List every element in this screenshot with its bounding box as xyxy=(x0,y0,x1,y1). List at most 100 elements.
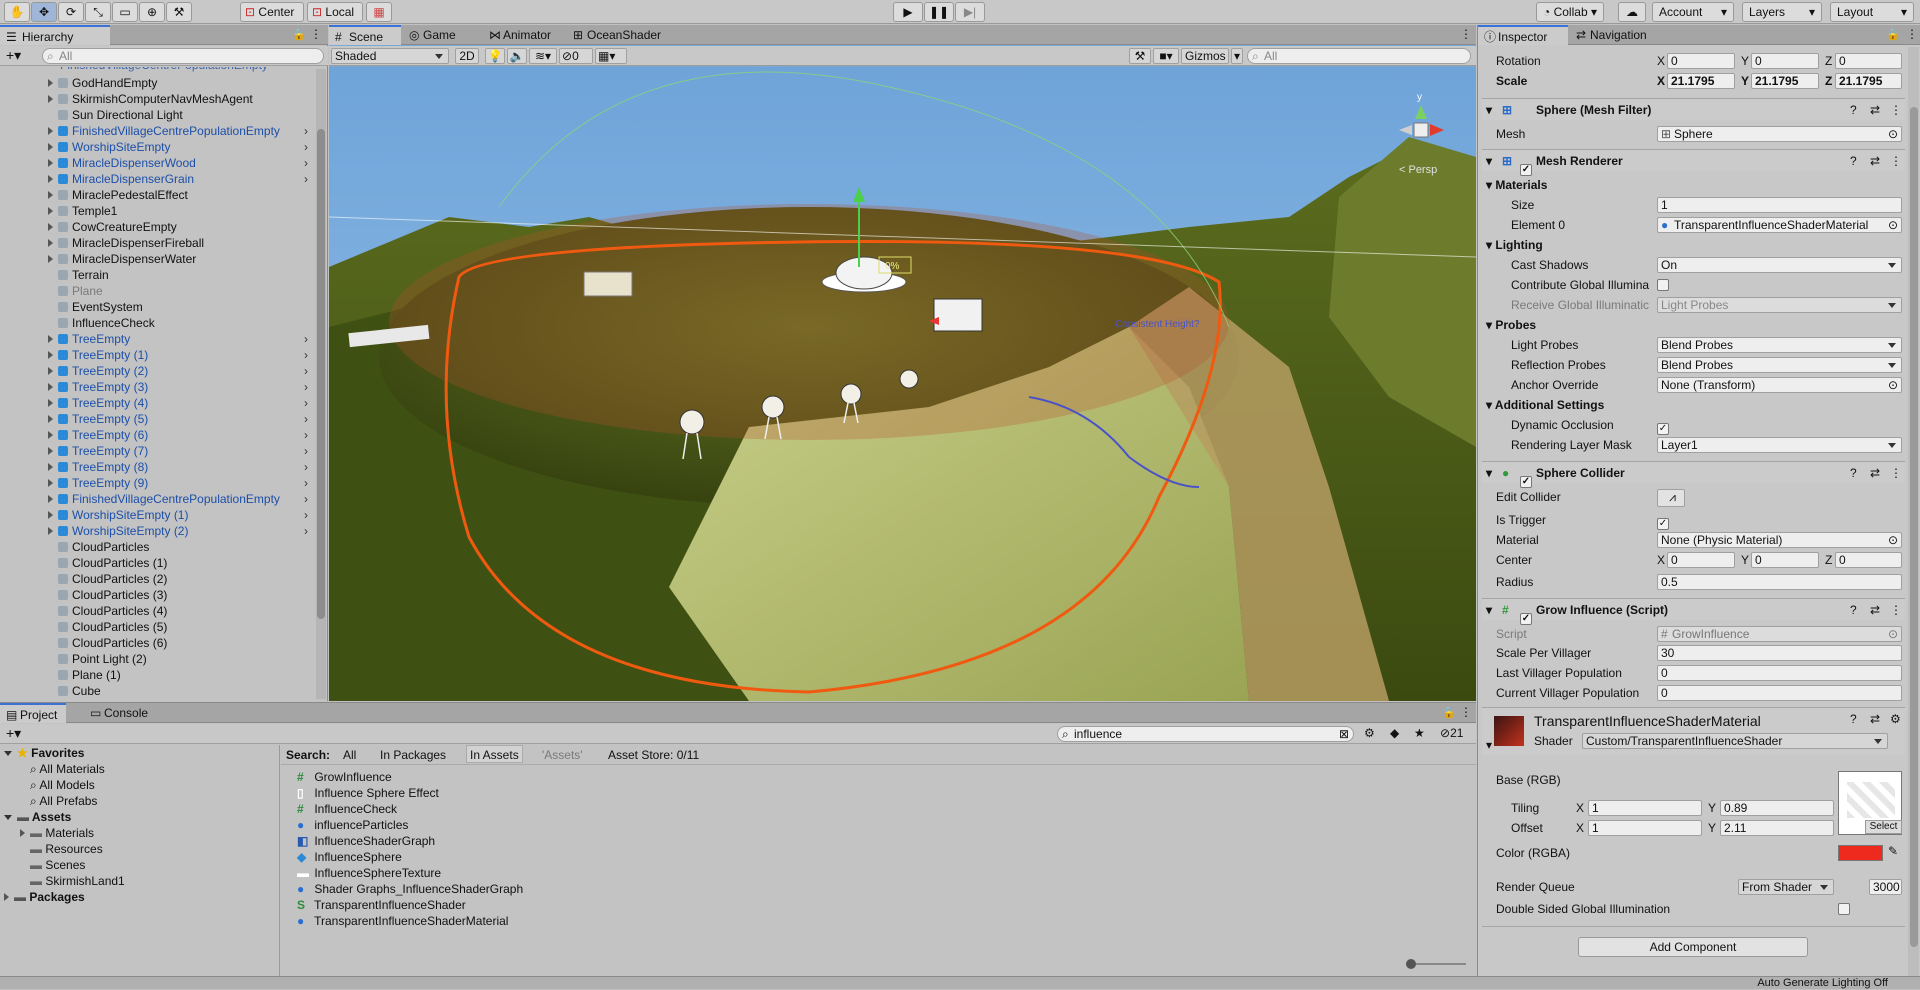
edit-collider-button[interactable]: ⩘ xyxy=(1657,489,1685,507)
scene-tools-button[interactable]: ⚒ xyxy=(1129,48,1151,64)
list-item[interactable]: Cube (1) xyxy=(60,698,121,701)
kebab-menu-icon[interactable]: ⋮ xyxy=(1890,99,1902,121)
rotation-y-field[interactable]: 0 xyxy=(1751,53,1819,69)
prefab-open-icon[interactable]: › xyxy=(304,363,308,379)
scrollbar-thumb[interactable] xyxy=(317,129,325,619)
anchor-override-field[interactable]: None (Transform) ⊙ xyxy=(1657,377,1902,393)
expand-arrow-icon[interactable] xyxy=(48,95,53,103)
favorite-item[interactable]: ⌕ All Models xyxy=(30,777,95,793)
scale-x-field[interactable]: 21.1795 xyxy=(1667,73,1735,89)
object-picker-icon[interactable]: ⊙ xyxy=(1888,218,1898,232)
expand-arrow-icon[interactable]: ▾ xyxy=(1486,738,1492,752)
kebab-menu-icon[interactable]: ⋮ xyxy=(1460,27,1472,41)
filter-in-packages[interactable]: In Packages xyxy=(380,747,446,763)
mesh-field[interactable]: ⊞ Sphere ⊙ xyxy=(1657,126,1902,142)
double-sided-gi-checkbox[interactable] xyxy=(1838,902,1850,916)
asset-folder-item[interactable]: ▬ SkirmishLand1 xyxy=(20,873,125,889)
expand-arrow-icon[interactable] xyxy=(48,159,53,167)
hierarchy-scrollbar[interactable] xyxy=(316,69,326,699)
hierarchy-item[interactable]: TreeEmpty (4) › xyxy=(48,395,308,411)
tab-console[interactable]: ▭ Console xyxy=(84,703,154,723)
asset-folder-item[interactable]: ▬ Resources xyxy=(20,841,103,857)
grow-influence-header[interactable]: ▾ # ✓ Grow Influence (Script) ? ⇄ ⋮ xyxy=(1482,598,1905,625)
texture-slot[interactable]: Select xyxy=(1838,771,1902,835)
offset-x-field[interactable]: 1 xyxy=(1588,820,1702,836)
pivot-center-button[interactable]: ⊡ Center xyxy=(240,2,304,22)
hierarchy-item[interactable]: Point Light (2) xyxy=(48,651,147,667)
play-button[interactable]: ▶ xyxy=(893,2,923,22)
is-trigger-checkbox[interactable]: ✓ xyxy=(1657,513,1669,530)
hierarchy-item[interactable]: MiracleDispenserWater xyxy=(48,251,196,267)
help-icon[interactable]: ? xyxy=(1850,462,1857,484)
asset-folder-item[interactable]: ▬ Materials xyxy=(20,825,94,841)
shading-mode-dropdown[interactable]: Shaded xyxy=(331,48,449,64)
project-search-input[interactable]: ⌕ influence ⊠ xyxy=(1057,726,1354,742)
hierarchy-item[interactable]: Plane (1) xyxy=(48,667,121,683)
hierarchy-item[interactable]: FinishedVillageCentrePopulationEmpty › xyxy=(48,123,308,139)
lock-icon[interactable]: 🔒 xyxy=(1442,706,1456,719)
packages-header[interactable]: ▬ Packages xyxy=(4,889,85,905)
camera-button[interactable]: ■▾ xyxy=(1153,48,1179,64)
hierarchy-item[interactable]: SkirmishComputerNavMeshAgent xyxy=(48,91,253,107)
eyedropper-icon[interactable]: ✎ xyxy=(1888,844,1898,858)
radius-field[interactable]: 0.5 xyxy=(1657,574,1902,590)
expand-arrow-icon[interactable] xyxy=(48,495,53,503)
hand-tool-button[interactable]: ✋ xyxy=(4,2,30,22)
filter-asset-store[interactable]: Asset Store: 0/11 xyxy=(608,747,699,763)
toggle-2d-button[interactable]: 2D xyxy=(455,48,479,64)
collider-material-field[interactable]: None (Physic Material) ⊙ xyxy=(1657,532,1902,548)
expand-arrow-icon[interactable] xyxy=(48,367,53,375)
hierarchy-item[interactable]: CloudParticles (1) xyxy=(48,555,167,571)
effects-toggle[interactable]: ≋▾ xyxy=(529,48,557,64)
center-x-field[interactable]: 0 xyxy=(1667,552,1735,568)
hierarchy-item[interactable]: MiraclePedestalEffect xyxy=(48,187,188,203)
gizmos-dropdown[interactable]: Gizmos xyxy=(1181,48,1229,64)
materials-foldout[interactable]: ▾ Materials xyxy=(1486,177,1547,193)
step-button[interactable]: ▶| xyxy=(955,2,985,22)
kebab-menu-icon[interactable]: ⋮ xyxy=(1890,599,1902,621)
hierarchy-item[interactable]: FinishedVillageCentrePopulationEmpty › xyxy=(48,491,308,507)
element0-field[interactable]: ● TransparentInfluenceShaderMaterial ⊙ xyxy=(1657,217,1902,233)
mesh-filter-header[interactable]: ▾ ⊞ Sphere (Mesh Filter) ? ⇄ ⋮ xyxy=(1482,98,1905,120)
settings-icon[interactable]: ⚙ xyxy=(1890,712,1901,726)
expand-arrow-icon[interactable] xyxy=(48,479,53,487)
hierarchy-item[interactable]: TreeEmpty (6) › xyxy=(48,427,308,443)
asset-result-item[interactable]: # GrowInfluence xyxy=(297,769,392,785)
collab-dropdown[interactable]: ◔ Collab ▾ xyxy=(1536,2,1604,22)
tab-scene[interactable]: # Scene xyxy=(329,25,401,45)
pause-button[interactable]: ❚❚ xyxy=(924,2,954,22)
rotate-tool-button[interactable]: ⟳ xyxy=(58,2,84,22)
add-icon[interactable]: +▾ xyxy=(6,725,21,742)
layers-dropdown[interactable]: Layers ▾ xyxy=(1742,2,1822,22)
gizmos-menu-button[interactable]: ▾ xyxy=(1231,48,1243,64)
preset-icon[interactable]: ⇄ xyxy=(1870,150,1880,172)
hidden-packages-icon[interactable]: ⊘21 xyxy=(1440,726,1463,740)
tab-navigation[interactable]: ⇄ Navigation xyxy=(1570,25,1668,45)
grid-snap-button[interactable]: ▦ xyxy=(366,2,392,22)
expand-arrow-icon[interactable] xyxy=(48,415,53,423)
preset-icon[interactable]: ⇄ xyxy=(1870,462,1880,484)
asset-result-item[interactable]: ◧ InfluenceShaderGraph xyxy=(297,833,435,849)
mesh-renderer-header[interactable]: ▾ ⊞ ✓ Mesh Renderer ? ⇄ ⋮ xyxy=(1482,149,1905,176)
preset-icon[interactable]: ⇄ xyxy=(1870,712,1880,726)
favorite-item[interactable]: ⌕ All Materials xyxy=(30,761,105,777)
enabled-checkbox[interactable]: ✓ xyxy=(1520,155,1532,177)
persp-label[interactable]: < Persp xyxy=(1399,164,1437,176)
hierarchy-item[interactable]: GodHandEmpty xyxy=(48,75,157,91)
asset-result-item[interactable]: S TransparentInfluenceShader xyxy=(297,897,466,913)
cast-shadows-dropdown[interactable]: On xyxy=(1657,257,1902,273)
expand-arrow-icon[interactable] xyxy=(48,431,53,439)
expand-arrow-icon[interactable] xyxy=(48,127,53,135)
expand-arrow-icon[interactable] xyxy=(48,79,53,87)
current-villager-population-field[interactable]: 0 xyxy=(1657,685,1902,701)
tab-game[interactable]: ◎ Game xyxy=(403,25,481,45)
filter-assets-folder[interactable]: 'Assets' xyxy=(542,747,583,763)
move-tool-button[interactable]: ✥ xyxy=(31,2,57,22)
scene-viewport[interactable]: 0% Consistent Height? y < Persp xyxy=(329,67,1476,701)
additional-settings-foldout[interactable]: ▾ Additional Settings xyxy=(1486,397,1604,413)
asset-result-item[interactable]: ● influenceParticles xyxy=(297,817,408,833)
center-z-field[interactable]: 0 xyxy=(1835,552,1902,568)
prefab-open-icon[interactable]: › xyxy=(304,443,308,459)
hierarchy-item[interactable]: CloudParticles xyxy=(48,539,149,555)
inspector-scrollbar[interactable] xyxy=(1908,47,1919,977)
